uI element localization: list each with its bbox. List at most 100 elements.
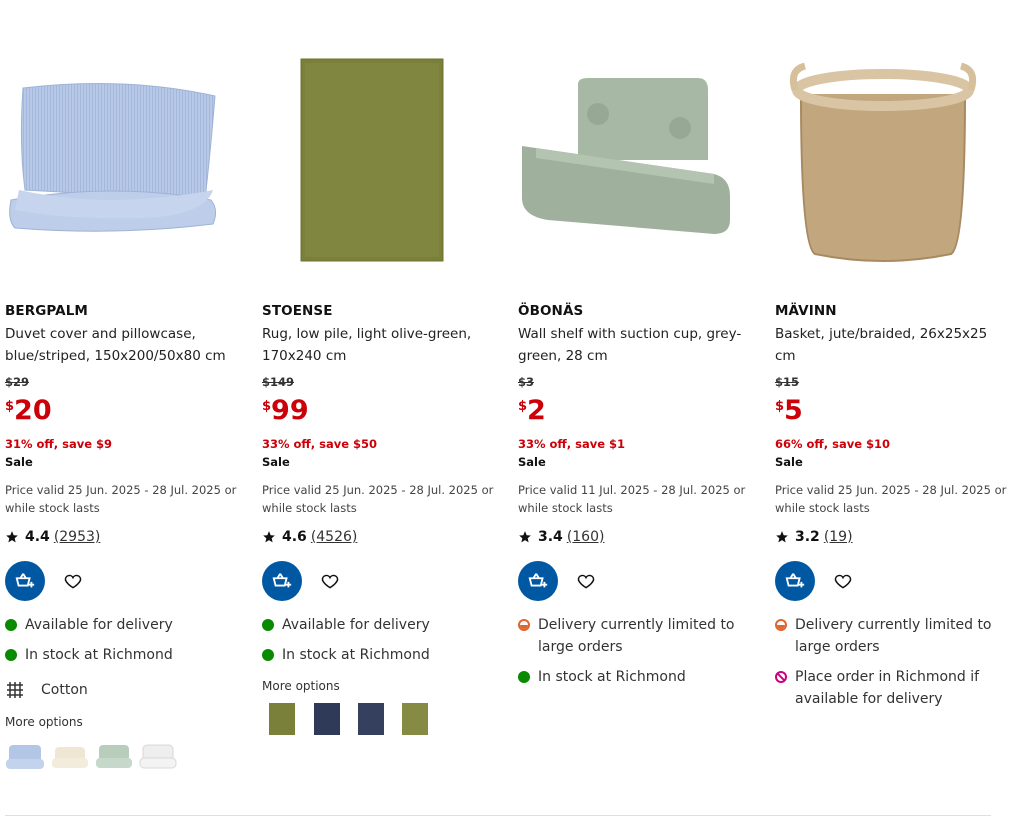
rating[interactable]: 3.2 (19) — [775, 529, 853, 545]
heart-icon — [834, 574, 852, 589]
savings-text: 33% off, save $1 — [518, 437, 626, 451]
price-currency: $ — [775, 399, 785, 414]
savings-text: 31% off, save $9 — [5, 437, 113, 451]
current-price: $2 — [518, 397, 546, 424]
availability-delivery: Available for delivery — [262, 614, 502, 636]
product-grid: BERGPALM Duvet cover and pillowcase, blu… — [0, 0, 1010, 825]
availability-store: Place order in Richmond if available for… — [775, 666, 1010, 710]
availability-delivery: Available for delivery — [5, 614, 245, 636]
variant-thumb-olive[interactable] — [262, 702, 302, 736]
variant-thumb-dark-blue[interactable] — [308, 702, 346, 736]
favourite-button[interactable] — [831, 569, 855, 593]
savings-text: 33% off, save $50 — [262, 437, 378, 451]
price-currency: $ — [518, 399, 528, 414]
review-count-link[interactable]: (160) — [567, 529, 605, 545]
availability-text: In stock at Richmond — [25, 647, 173, 663]
status-dot-icon — [262, 649, 274, 661]
product-card-bergpalm[interactable]: BERGPALM Duvet cover and pillowcase, blu… — [5, 0, 245, 800]
product-description[interactable]: Duvet cover and pillowcase, blue/striped… — [5, 323, 237, 367]
add-to-cart-icon — [785, 573, 805, 588]
availability-text: Delivery currently limited to large orde… — [538, 617, 735, 655]
material-text: Cotton — [41, 682, 88, 698]
favourite-button[interactable] — [61, 569, 85, 593]
availability-text: Delivery currently limited to large orde… — [795, 617, 992, 655]
variant-thumb-dark-blue-2[interactable] — [352, 702, 390, 736]
current-price: $20 — [5, 397, 52, 424]
price-amount: 99 — [271, 395, 309, 426]
rating-score: 3.2 — [795, 529, 820, 545]
product-card-obonas[interactable]: ÖBONÄS Wall shelf with suction cup, grey… — [518, 0, 758, 800]
status-dot-icon — [262, 619, 274, 631]
availability-text: Available for delivery — [282, 617, 430, 633]
price-amount: 20 — [14, 395, 52, 426]
rating[interactable]: 4.6 (4526) — [262, 529, 357, 545]
star-icon — [776, 531, 788, 543]
heart-icon — [577, 574, 595, 589]
limited-status-icon — [775, 619, 787, 631]
product-name[interactable]: STOENSE — [262, 303, 333, 319]
status-dot-icon — [5, 619, 17, 631]
price-amount: 5 — [784, 395, 803, 426]
limited-status-icon — [518, 619, 530, 631]
variant-thumb-olive-green[interactable] — [396, 702, 434, 736]
favourite-button[interactable] — [574, 569, 598, 593]
price-validity: Price valid 11 Jul. 2025 - 28 Jul. 2025 … — [518, 483, 746, 515]
status-dot-icon — [518, 671, 530, 683]
star-icon — [6, 531, 18, 543]
no-entry-icon — [775, 671, 787, 683]
variant-thumb-beige[interactable] — [51, 739, 89, 773]
product-description[interactable]: Rug, low pile, light olive-green, 170x24… — [262, 323, 494, 367]
variant-thumb-white[interactable] — [139, 739, 177, 773]
heart-icon — [64, 574, 82, 589]
availability-delivery: Delivery currently limited to large orde… — [518, 614, 758, 658]
add-to-cart-icon — [528, 573, 548, 588]
variant-thumb-grey-green[interactable] — [95, 739, 133, 773]
product-image-bergpalm[interactable] — [5, 50, 221, 270]
rating[interactable]: 3.4 (160) — [518, 529, 604, 545]
product-description[interactable]: Wall shelf with suction cup, grey-green,… — [518, 323, 750, 367]
sale-label: Sale — [262, 455, 290, 469]
sale-label: Sale — [5, 455, 33, 469]
material-info: Cotton — [5, 680, 88, 700]
price-validity: Price valid 25 Jun. 2025 - 28 Jul. 2025 … — [775, 483, 1007, 515]
review-count-link[interactable]: (2953) — [54, 529, 101, 545]
product-name[interactable]: BERGPALM — [5, 303, 88, 319]
section-divider — [5, 815, 991, 816]
price-validity: Price valid 25 Jun. 2025 - 28 Jul. 2025 … — [5, 483, 237, 515]
current-price: $99 — [262, 397, 309, 424]
previous-price: $149 — [262, 375, 295, 389]
availability-text: In stock at Richmond — [538, 669, 686, 685]
availability-store: In stock at Richmond — [518, 666, 758, 688]
add-to-cart-button[interactable] — [518, 561, 558, 601]
product-card-mavinn[interactable]: MÄVINN Basket, jute/braided, 26x25x25 cm… — [775, 0, 1010, 800]
product-name[interactable]: MÄVINN — [775, 303, 837, 319]
favourite-button[interactable] — [318, 569, 342, 593]
product-image-mavinn[interactable] — [775, 50, 991, 270]
fabric-pattern-icon — [7, 682, 23, 698]
review-count-link[interactable]: (19) — [824, 529, 853, 545]
price-amount: 2 — [527, 395, 546, 426]
add-to-cart-button[interactable] — [262, 561, 302, 601]
savings-text: 66% off, save $10 — [775, 437, 891, 451]
availability-store: In stock at Richmond — [5, 644, 245, 666]
rating[interactable]: 4.4 (2953) — [5, 529, 100, 545]
add-to-cart-button[interactable] — [5, 561, 45, 601]
add-to-cart-icon — [272, 573, 292, 588]
rating-score: 4.6 — [282, 529, 307, 545]
product-image-stoense[interactable] — [262, 50, 478, 270]
rating-score: 4.4 — [25, 529, 50, 545]
variant-list — [262, 702, 440, 736]
add-to-cart-button[interactable] — [775, 561, 815, 601]
review-count-link[interactable]: (4526) — [311, 529, 358, 545]
previous-price: $15 — [775, 375, 800, 389]
variant-thumb-blue[interactable] — [5, 739, 45, 773]
product-description[interactable]: Basket, jute/braided, 26x25x25 cm — [775, 323, 1007, 367]
add-to-cart-icon — [15, 573, 35, 588]
heart-icon — [321, 574, 339, 589]
product-name[interactable]: ÖBONÄS — [518, 303, 583, 319]
sale-label: Sale — [518, 455, 546, 469]
product-card-stoense[interactable]: STOENSE Rug, low pile, light olive-green… — [262, 0, 502, 800]
availability-store: In stock at Richmond — [262, 644, 502, 666]
star-icon — [519, 531, 531, 543]
product-image-obonas[interactable] — [518, 50, 734, 270]
